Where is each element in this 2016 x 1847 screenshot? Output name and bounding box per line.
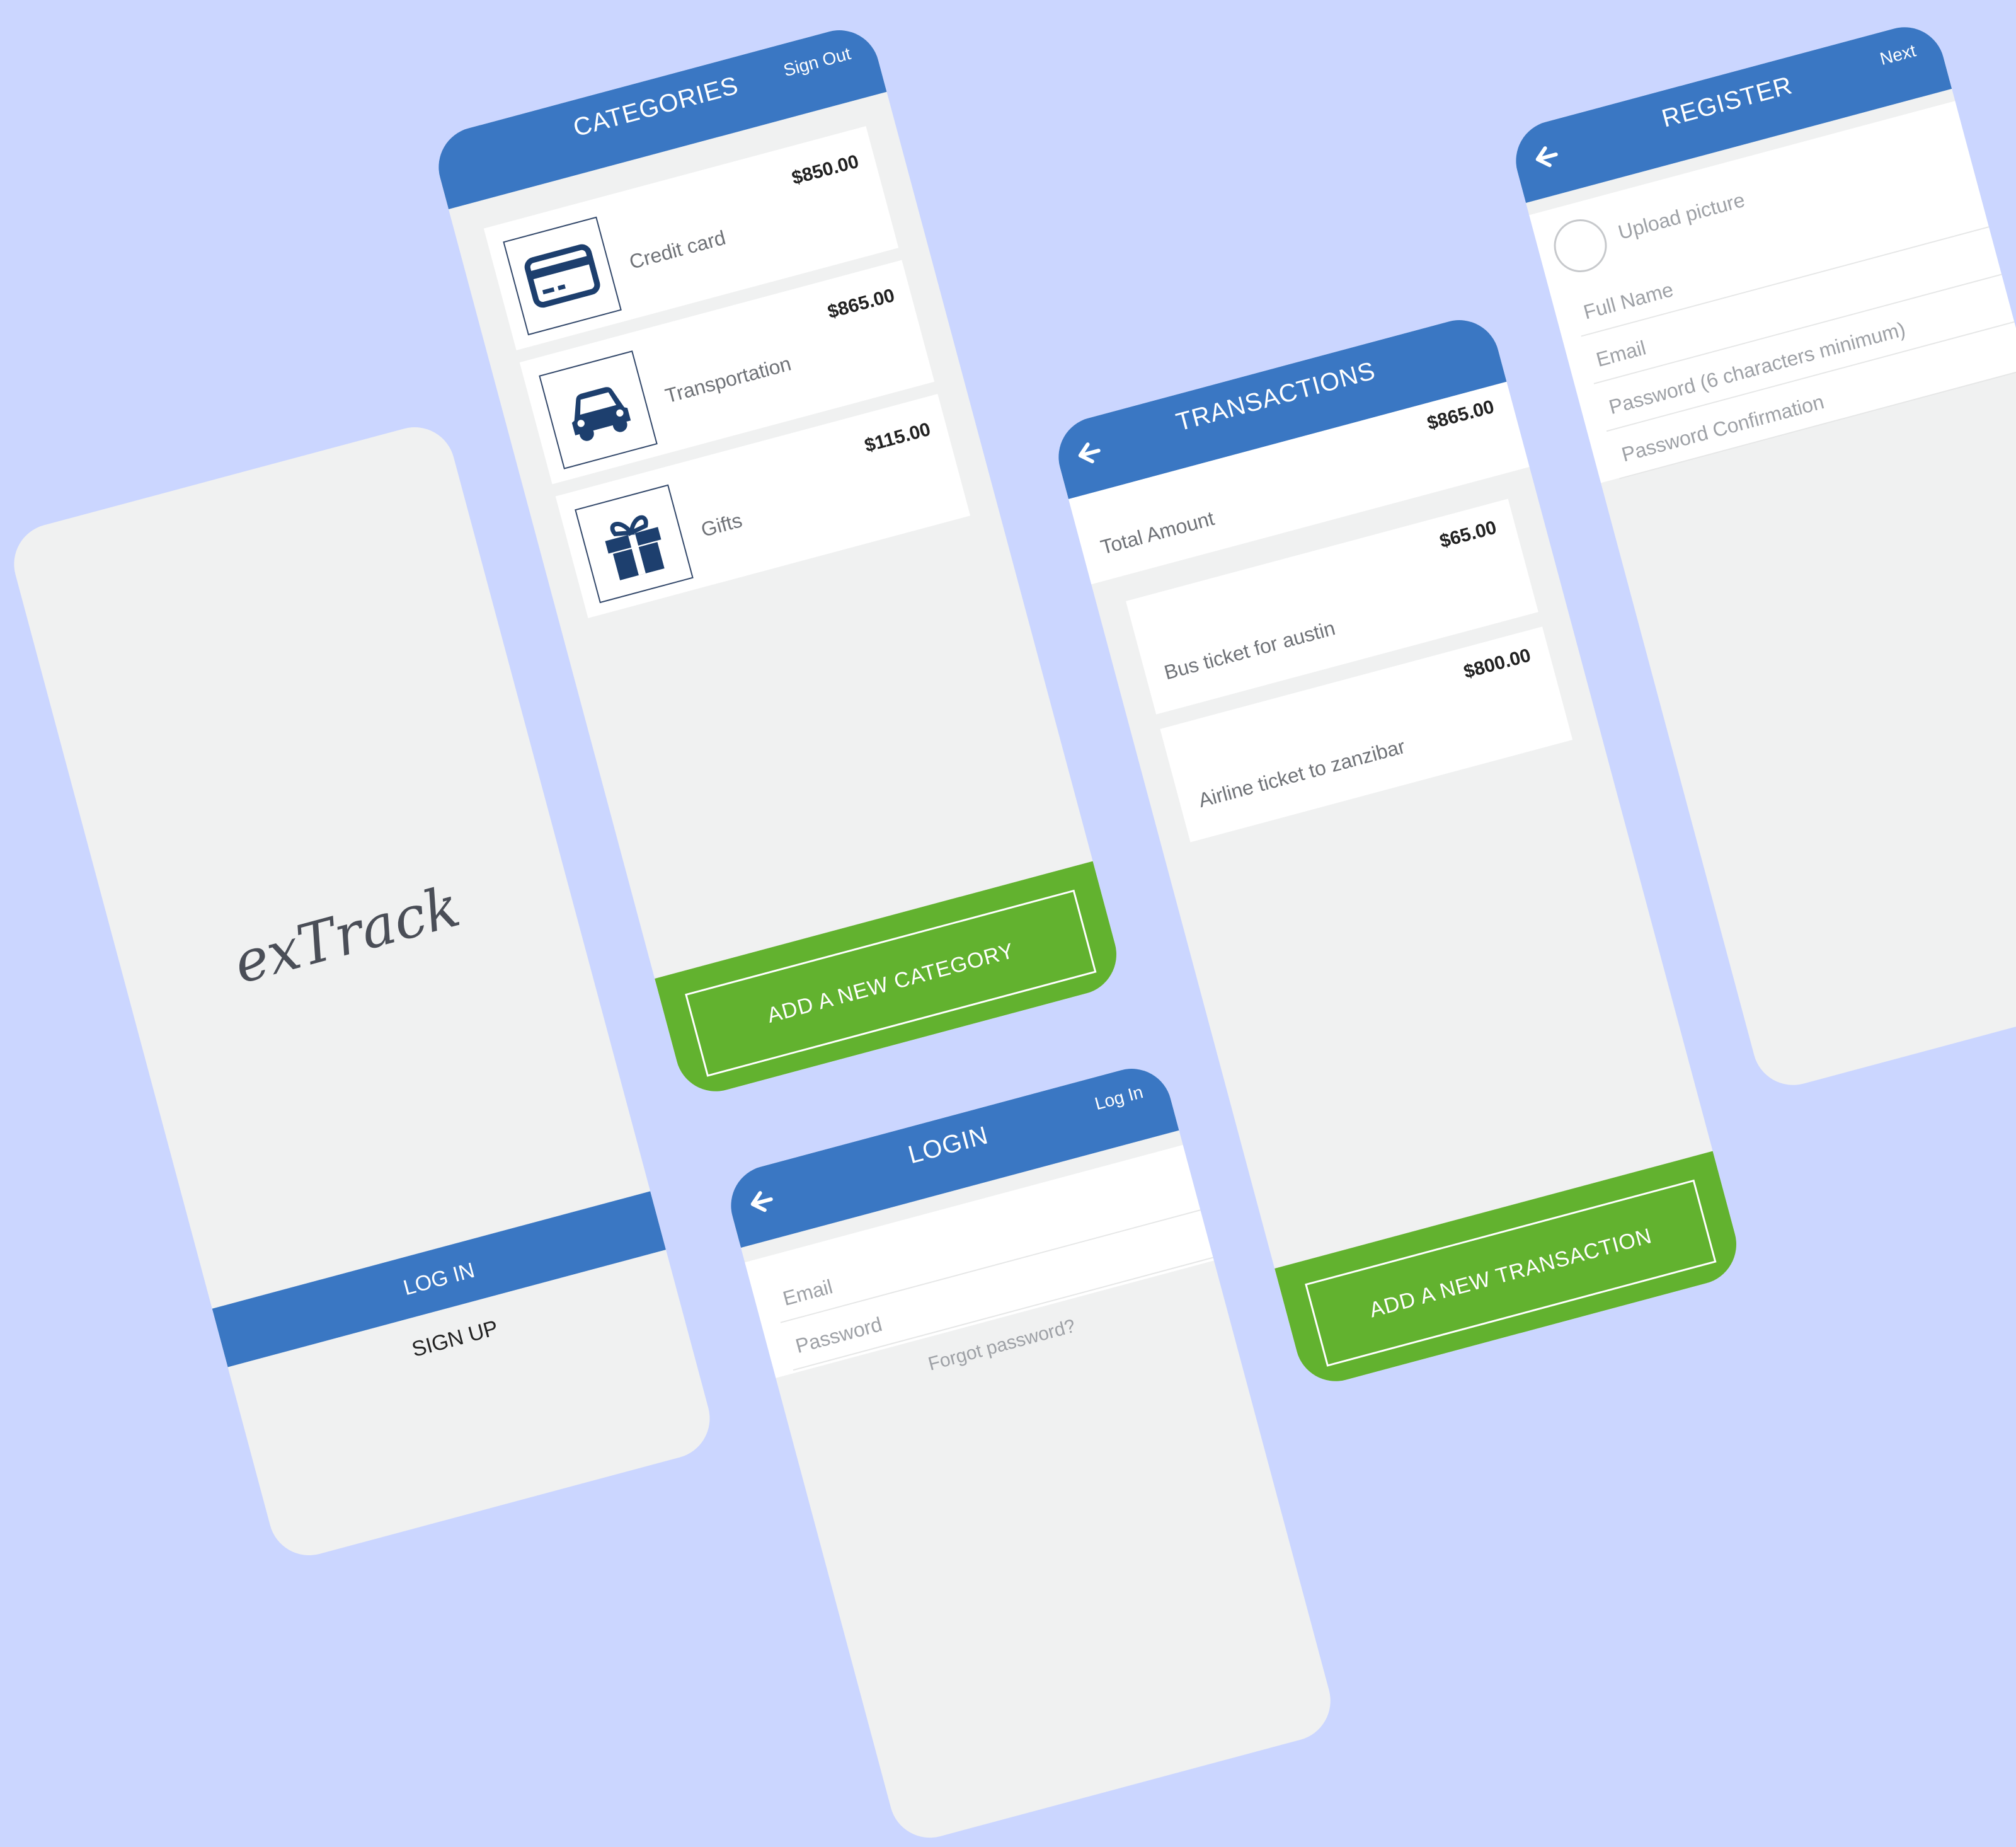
- gift-icon: [605, 515, 665, 580]
- category-thumb: [503, 216, 622, 336]
- password-placeholder: Password: [793, 1312, 885, 1358]
- category-thumb: [539, 350, 658, 469]
- credit-card-icon: [524, 244, 600, 308]
- category-label: Transportation: [662, 352, 794, 408]
- transaction-label: Bus ticket for austin: [1161, 616, 1338, 684]
- total-amount: $865.00: [1424, 396, 1497, 434]
- transaction-amount: $65.00: [1437, 517, 1499, 553]
- login-screen: LOGIN Log In Email Password Forgot passw…: [722, 1059, 1340, 1847]
- add-transaction-button[interactable]: ADD A NEW TRANSACTION: [1305, 1179, 1717, 1367]
- email-placeholder: Email: [1593, 336, 1649, 371]
- category-thumb: [575, 484, 694, 604]
- categories-footer: ADD A NEW CATEGORY: [655, 861, 1126, 1101]
- app-logo: exTrack: [227, 873, 467, 997]
- car-icon: [571, 387, 631, 441]
- transaction-label: Airline ticket to zanzibar: [1196, 734, 1408, 812]
- showcase-stage: exTrack LOG IN SIGN UP CATEGORIES Sign O…: [0, 0, 2016, 1847]
- email-placeholder: Email: [780, 1275, 835, 1310]
- transactions-footer: ADD A NEW TRANSACTION: [1274, 1151, 1746, 1391]
- transaction-amount: $800.00: [1461, 645, 1533, 683]
- category-amount: $865.00: [825, 285, 897, 323]
- category-label: Credit card: [627, 226, 728, 273]
- add-category-button[interactable]: ADD A NEW CATEGORY: [685, 889, 1097, 1077]
- category-amount: $115.00: [862, 418, 933, 457]
- category-amount: $850.00: [789, 151, 861, 189]
- total-label: Total Amount: [1098, 507, 1217, 559]
- avatar-placeholder: [1548, 213, 1613, 279]
- category-label: Gifts: [698, 509, 745, 541]
- upload-picture-label: Upload picture: [1615, 188, 1748, 244]
